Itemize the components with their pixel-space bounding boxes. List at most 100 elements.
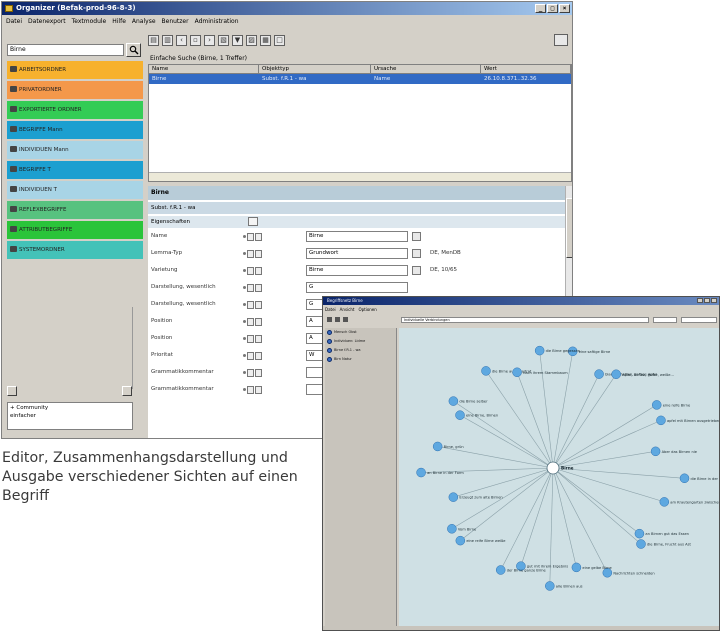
toolbar-export-icon[interactable]: ▧: [218, 34, 229, 46]
property-edit-icon[interactable]: [247, 351, 254, 360]
close-button[interactable]: ×: [559, 4, 570, 13]
graph-node[interactable]: [650, 446, 661, 457]
property-edit-icon[interactable]: [247, 385, 254, 394]
property-lookup-button[interactable]: [412, 266, 421, 275]
toolbar-back-icon[interactable]: ‹: [176, 34, 187, 46]
toolbar-window-icon[interactable]: □: [274, 34, 285, 46]
table-scrollbar[interactable]: [149, 172, 571, 181]
graph-node[interactable]: [448, 492, 459, 502]
folder-item[interactable]: PRIVATORDNER: [7, 81, 143, 99]
property-delete-icon[interactable]: [255, 385, 262, 394]
property-lookup-button[interactable]: [412, 249, 421, 258]
layout-select[interactable]: [681, 317, 717, 323]
property-value-field[interactable]: Birne: [306, 231, 408, 242]
toolbar-save-icon[interactable]: ▥: [162, 34, 173, 46]
property-delete-icon[interactable]: [255, 266, 262, 275]
horizontal-scrollbar[interactable]: [7, 386, 132, 396]
graph-node[interactable]: [481, 366, 491, 376]
toolbar-page-icon[interactable]: ▫: [190, 34, 201, 46]
property-edit-icon[interactable]: [247, 368, 254, 377]
maximize-button[interactable]: □: [547, 4, 558, 13]
property-value-field[interactable]: Birne: [306, 265, 408, 276]
graph-node[interactable]: [651, 400, 662, 410]
property-delete-icon[interactable]: [255, 368, 262, 377]
column-header[interactable]: Ursache: [371, 65, 481, 73]
property-delete-icon[interactable]: [255, 317, 262, 326]
menu-analyse[interactable]: Analyse: [132, 15, 156, 28]
folder-item[interactable]: ATTRIBUTBEGRIFFE: [7, 221, 143, 239]
sidebar-item[interactable]: Birne f.R.1 - wa: [325, 346, 396, 355]
graph-node[interactable]: [447, 524, 457, 534]
property-edit-icon[interactable]: [247, 232, 254, 241]
property-value-field[interactable]: Grundwort: [306, 248, 408, 259]
graph-minimize-button[interactable]: [697, 298, 703, 303]
network-graph[interactable]: eine saftige Birne blaue Schatten, saftig…: [399, 328, 719, 627]
property-delete-icon[interactable]: [255, 232, 262, 241]
graph-save-icon[interactable]: [335, 317, 340, 322]
graph-node[interactable]: [432, 441, 443, 452]
search-input[interactable]: Birne: [7, 44, 124, 56]
property-edit-icon[interactable]: [247, 283, 254, 292]
folder-item[interactable]: SYSTEMORDNER: [7, 241, 143, 259]
property-edit-icon[interactable]: [247, 317, 254, 326]
property-delete-icon[interactable]: [255, 300, 262, 309]
graph-menu-optionen[interactable]: Optionen: [358, 306, 376, 313]
zoom-field[interactable]: [653, 317, 677, 323]
edit-icon[interactable]: [248, 217, 258, 226]
column-header[interactable]: Wert: [481, 65, 571, 73]
scroll-thumb[interactable]: [566, 198, 572, 258]
scroll-left-button[interactable]: [7, 386, 17, 396]
folder-item[interactable]: ARBEITSORDNER: [7, 61, 143, 79]
graph-node[interactable]: [659, 497, 670, 507]
graph-node[interactable]: [594, 369, 604, 379]
graph-node[interactable]: [534, 345, 545, 356]
menu-benutzer[interactable]: Benutzer: [162, 15, 189, 28]
scroll-right-button[interactable]: [122, 386, 132, 396]
property-delete-icon[interactable]: [255, 249, 262, 258]
graph-close-button[interactable]: [711, 298, 717, 303]
sidebar-item[interactable]: Mensch Obst: [325, 328, 396, 337]
toolbar-forward-icon[interactable]: ›: [204, 34, 215, 46]
toolbar-filter-icon[interactable]: ▼: [232, 34, 243, 46]
menu-datenexport[interactable]: Datenexport: [28, 15, 66, 28]
column-header[interactable]: Name: [149, 65, 259, 73]
property-value-field[interactable]: G: [306, 282, 408, 293]
graph-new-icon[interactable]: [327, 317, 332, 322]
property-edit-icon[interactable]: [247, 334, 254, 343]
toolbar-new-icon[interactable]: ▤: [148, 34, 159, 46]
menu-datei[interactable]: Datei: [6, 15, 22, 28]
property-lookup-button[interactable]: [412, 232, 421, 241]
menu-hilfe[interactable]: Hilfe: [112, 15, 126, 28]
property-edit-icon[interactable]: [247, 249, 254, 258]
filter-field[interactable]: Individuelle Verbindungen: [401, 317, 649, 323]
folder-item[interactable]: EXPORTIERTE ORDNER: [7, 101, 143, 119]
folder-item[interactable]: BEGRIFFE T: [7, 161, 143, 179]
toolbar-print-icon[interactable]: ▦: [260, 34, 271, 46]
graph-node[interactable]: [448, 396, 459, 406]
menu-administration[interactable]: Administration: [195, 15, 239, 28]
graph-node[interactable]: [571, 562, 582, 573]
property-delete-icon[interactable]: [255, 334, 262, 343]
graph-node[interactable]: [611, 369, 621, 380]
sidebar-item[interactable]: Individuen: Lidme: [325, 337, 396, 346]
folder-item[interactable]: REFLEXBEGRIFFE: [7, 201, 143, 219]
graph-center-node[interactable]: [546, 461, 560, 475]
column-header[interactable]: Objekttyp: [259, 65, 371, 73]
graph-node[interactable]: [416, 467, 426, 478]
property-edit-icon[interactable]: [247, 300, 254, 309]
graph-maximize-button[interactable]: [704, 298, 710, 303]
menu-textmodule[interactable]: Textmodule: [72, 15, 107, 28]
toolbar-options-icon[interactable]: [554, 34, 568, 46]
property-delete-icon[interactable]: [255, 283, 262, 292]
graph-node[interactable]: [495, 565, 506, 575]
graph-menu-ansicht[interactable]: Ansicht: [340, 306, 355, 313]
minimize-button[interactable]: _: [535, 4, 546, 13]
folder-item[interactable]: BEGRIFFE Mann: [7, 121, 143, 139]
graph-node[interactable]: [512, 367, 522, 378]
search-button[interactable]: [126, 43, 141, 57]
folder-item[interactable]: INDIVIDUEN Mann: [7, 141, 143, 159]
graph-menu-datei[interactable]: Datei: [325, 306, 336, 313]
graph-node[interactable]: [679, 473, 690, 484]
graph-node[interactable]: [634, 528, 645, 539]
graph-node[interactable]: [455, 410, 465, 420]
